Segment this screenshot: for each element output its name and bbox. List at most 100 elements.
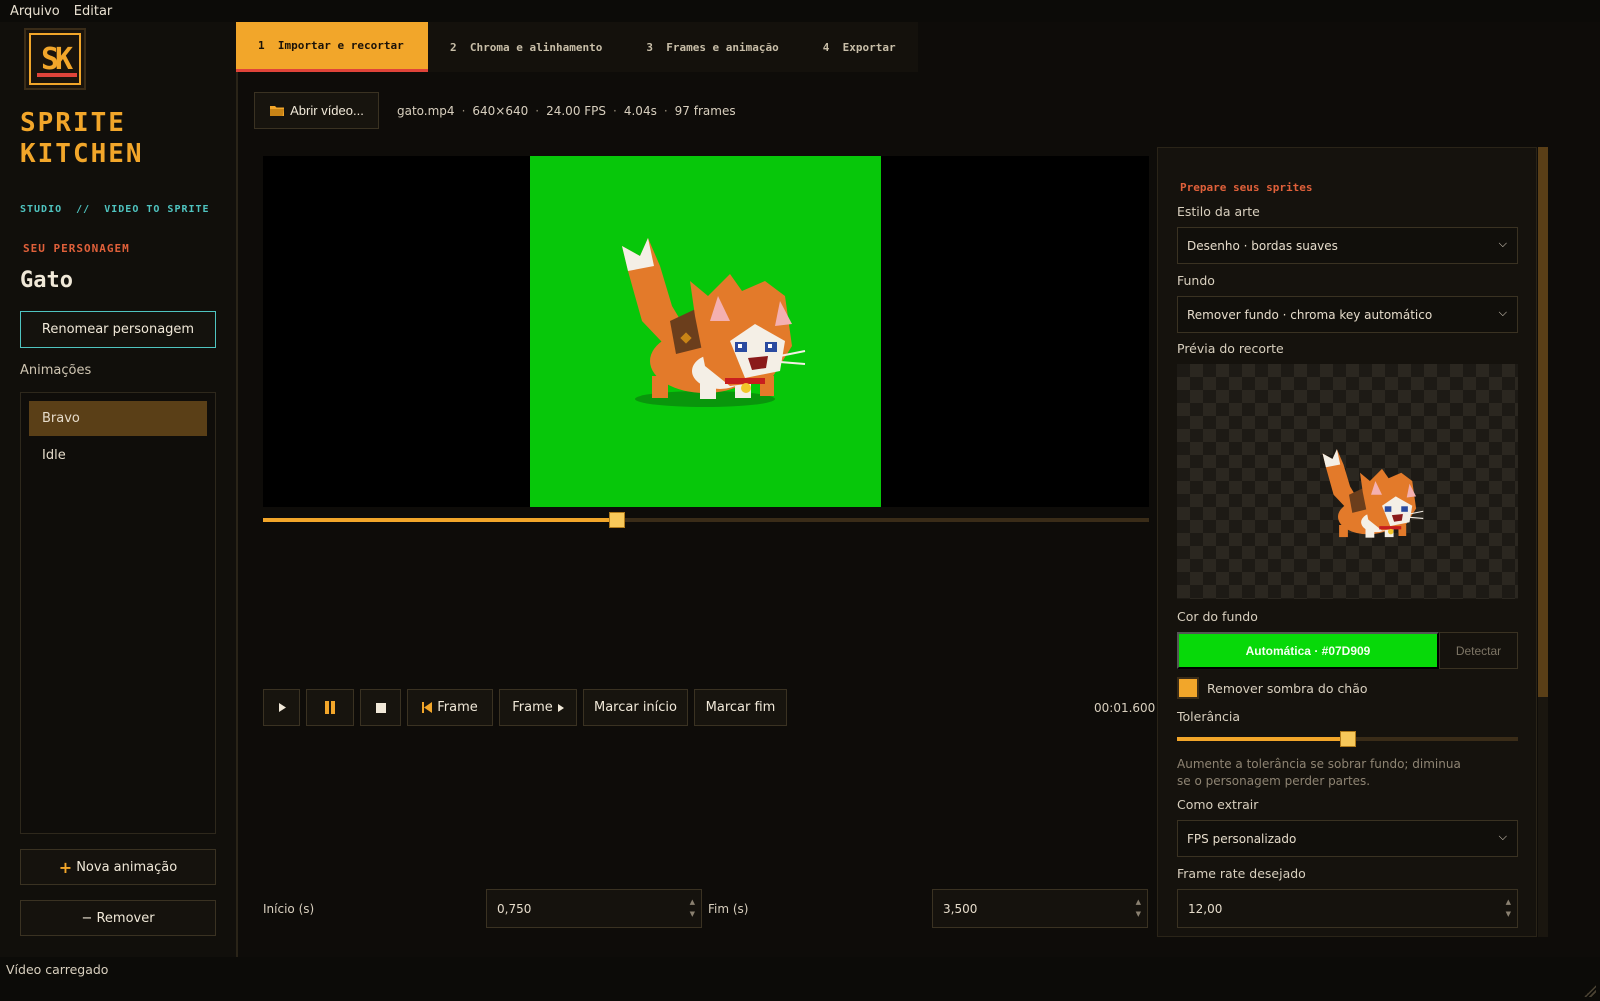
chevron-down-icon: ⌵ bbox=[1498, 306, 1507, 319]
scrollbar-thumb[interactable] bbox=[1538, 147, 1548, 697]
bg-color-label: Cor do fundo bbox=[1177, 609, 1258, 624]
seek-fill bbox=[263, 518, 618, 522]
status-bar bbox=[0, 957, 1600, 1001]
tolerance-handle[interactable] bbox=[1339, 731, 1356, 747]
tab-label: Frames e animação bbox=[666, 40, 779, 54]
chevron-down-icon[interactable]: ▼ bbox=[1506, 908, 1511, 920]
status-text: Vídeo carregado bbox=[6, 962, 109, 977]
panel-scrollbar[interactable] bbox=[1538, 147, 1548, 937]
pause-icon bbox=[325, 701, 335, 714]
art-style-label: Estilo da arte bbox=[1177, 204, 1260, 219]
chevron-down-icon: ⌵ bbox=[1498, 830, 1507, 843]
play-icon bbox=[278, 703, 286, 712]
app-brand: SPRITE KITCHEN bbox=[20, 108, 144, 170]
start-label: Início (s) bbox=[263, 902, 315, 916]
chevron-down-icon[interactable]: ▼ bbox=[690, 908, 695, 920]
prev-frame-button[interactable]: Frame bbox=[407, 689, 493, 726]
start-time-value: 0,750 bbox=[497, 901, 532, 916]
framerate-label: Frame rate desejado bbox=[1177, 866, 1306, 881]
stop-icon bbox=[375, 702, 386, 713]
resize-grip-icon[interactable] bbox=[1584, 985, 1596, 997]
cat-sprite bbox=[622, 238, 806, 407]
tab-label: Chroma e alinhamento bbox=[469, 40, 603, 54]
file-name: gato.mp4 bbox=[397, 104, 455, 118]
tab-import[interactable]: 1 Importar e recortar bbox=[236, 22, 428, 72]
art-style-value: Desenho · bordas suaves bbox=[1187, 238, 1338, 253]
animation-item-idle[interactable]: Idle bbox=[29, 438, 207, 473]
tab-number: 4 bbox=[822, 40, 830, 54]
stop-button[interactable] bbox=[360, 689, 401, 726]
background-label: Fundo bbox=[1177, 273, 1215, 288]
file-frame-count: 97 frames bbox=[674, 104, 736, 118]
extract-select[interactable]: FPS personalizado ⌵ bbox=[1177, 820, 1518, 857]
chevron-up-icon[interactable]: ▲ bbox=[690, 896, 695, 908]
open-video-label: Abrir vídeo... bbox=[290, 103, 364, 118]
app-tagline: STUDIO // VIDEO TO SPRITE bbox=[20, 204, 210, 215]
new-animation-button[interactable]: + Nova animação bbox=[20, 849, 216, 885]
tolerance-label: Tolerância bbox=[1177, 709, 1241, 724]
rename-character-button[interactable]: Renomear personagem bbox=[20, 311, 216, 348]
new-animation-label: Nova animação bbox=[76, 859, 178, 875]
spin-arrows[interactable]: ▲ ▼ bbox=[690, 896, 695, 920]
extract-value: FPS personalizado bbox=[1187, 831, 1297, 846]
prev-frame-label: Frame bbox=[437, 700, 478, 715]
menu-editar[interactable]: Editar bbox=[74, 4, 113, 19]
video-frame bbox=[530, 156, 881, 507]
app-logo: SK bbox=[24, 28, 86, 90]
tolerance-fill bbox=[1177, 737, 1348, 741]
play-button[interactable] bbox=[263, 689, 300, 726]
cutout-preview bbox=[1177, 364, 1518, 599]
bg-color-button[interactable]: Automática · #07D909 bbox=[1177, 632, 1439, 669]
tab-export[interactable]: 4 Exportar bbox=[801, 22, 918, 72]
animations-label: Animações bbox=[20, 363, 92, 378]
seek-slider[interactable] bbox=[263, 512, 1149, 528]
preview-label: Prévia do recorte bbox=[1177, 341, 1284, 356]
file-duration: 4.04s bbox=[623, 104, 657, 118]
chevron-down-icon: ⌵ bbox=[1498, 237, 1507, 250]
character-heading: SEU PERSONAGEM bbox=[23, 242, 130, 255]
spin-arrows[interactable]: ▲ ▼ bbox=[1506, 896, 1511, 920]
logo-letters: SK bbox=[40, 41, 73, 77]
chevron-down-icon[interactable]: ▼ bbox=[1136, 908, 1141, 920]
start-time-field[interactable]: 0,750 ▲ ▼ bbox=[486, 889, 702, 928]
seek-handle[interactable] bbox=[609, 512, 626, 528]
next-frame-label: Frame bbox=[512, 700, 553, 715]
open-video-button[interactable]: Abrir vídeo... bbox=[254, 92, 379, 129]
end-time-field[interactable]: 3,500 ▲ ▼ bbox=[932, 889, 1148, 928]
mark-end-button[interactable]: Marcar fim bbox=[694, 689, 787, 726]
framerate-value: 12,00 bbox=[1188, 901, 1223, 916]
pause-button[interactable] bbox=[306, 689, 354, 726]
cat-sprite-preview bbox=[1322, 449, 1424, 538]
spin-arrows[interactable]: ▲ ▼ bbox=[1136, 896, 1141, 920]
remove-shadow-label: Remover sombra do chão bbox=[1207, 681, 1368, 696]
file-resolution: 640×640 bbox=[472, 104, 529, 118]
remove-shadow-checkbox[interactable] bbox=[1177, 677, 1199, 699]
animation-item-bravo[interactable]: Bravo bbox=[29, 401, 207, 436]
brand-line-1: SPRITE bbox=[20, 108, 126, 138]
menu-arquivo[interactable]: Arquivo bbox=[10, 4, 60, 19]
remove-animation-button[interactable]: − Remover bbox=[20, 900, 216, 936]
chevron-up-icon[interactable]: ▲ bbox=[1136, 896, 1141, 908]
background-select[interactable]: Remover fundo · chroma key automático ⌵ bbox=[1177, 296, 1518, 333]
tab-frames[interactable]: 3 Frames e animação bbox=[624, 22, 800, 72]
next-frame-button[interactable]: Frame bbox=[499, 689, 577, 726]
extract-label: Como extrair bbox=[1177, 797, 1259, 812]
detect-button[interactable]: Detectar bbox=[1439, 632, 1518, 669]
end-time-value: 3,500 bbox=[943, 901, 978, 916]
end-label: Fim (s) bbox=[708, 902, 749, 916]
brand-line-2: KITCHEN bbox=[20, 139, 144, 169]
background-value: Remover fundo · chroma key automático bbox=[1187, 307, 1433, 322]
video-viewport[interactable] bbox=[263, 156, 1149, 507]
tab-number: 3 bbox=[646, 40, 653, 54]
tab-chroma[interactable]: 2 Chroma e alinhamento bbox=[428, 22, 624, 72]
character-name: Gato bbox=[20, 268, 73, 293]
mark-start-button[interactable]: Marcar início bbox=[583, 689, 688, 726]
tab-label: Exportar bbox=[842, 40, 896, 54]
tab-label: Importar e recortar bbox=[277, 39, 404, 52]
art-style-select[interactable]: Desenho · bordas suaves ⌵ bbox=[1177, 227, 1518, 264]
folder-icon bbox=[270, 106, 285, 116]
tolerance-slider[interactable] bbox=[1177, 731, 1518, 747]
menu-bar: Arquivo Editar bbox=[0, 0, 1600, 22]
framerate-field[interactable]: 12,00 ▲ ▼ bbox=[1177, 889, 1518, 928]
chevron-up-icon[interactable]: ▲ bbox=[1506, 896, 1511, 908]
